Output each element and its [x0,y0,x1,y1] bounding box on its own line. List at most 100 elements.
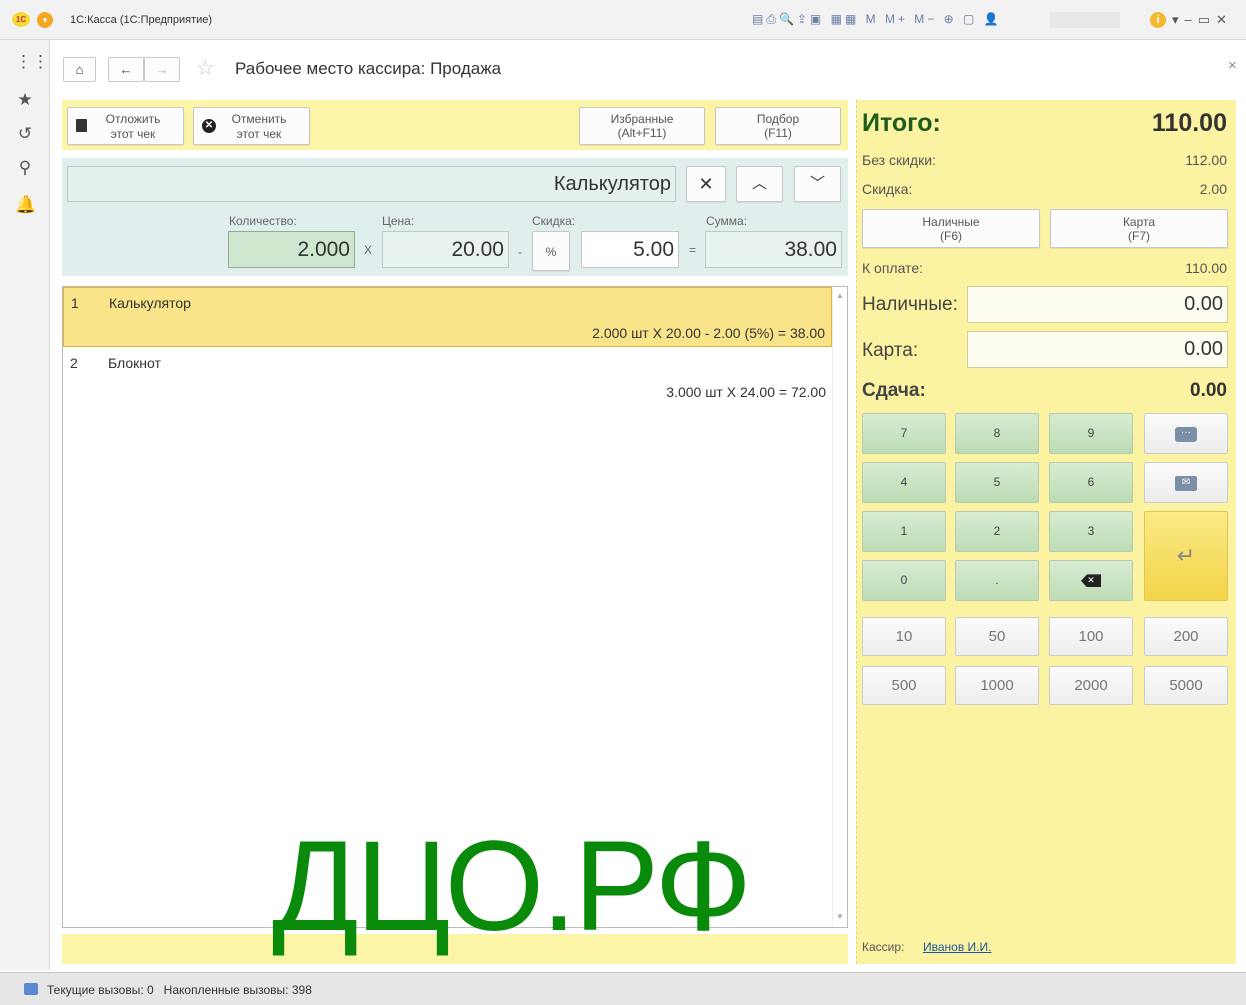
table-row[interactable]: 1 Калькулятор 2.000 шт X 20.00 - 2.00 (5… [63,287,832,347]
postpone-check-button[interactable]: Отложить этот чек [67,107,184,145]
row-number: 2 [70,355,78,371]
pick-label-1: Подбор [756,112,800,126]
disc-value: 2.00 [1199,181,1227,197]
key-8[interactable]: 8 [955,413,1039,454]
eq-sign: = [689,243,697,257]
percent-toggle[interactable]: % [532,231,570,271]
toolbar-icons[interactable]: ▤⎙🔍⇪▣ ▦▦ M M+ M− ⊕ ▢ 👤 [752,12,1002,27]
remove-item-button[interactable]: ✕ [686,166,726,202]
cancel-label-2: этот чек [236,127,282,141]
favorite-star-icon[interactable]: ☆ [196,56,215,81]
enter-button[interactable]: ↵ [1144,511,1228,601]
favorites-star-icon[interactable]: ★ [15,90,35,110]
cancel-check-button[interactable]: ✕ Отменить этот чек [193,107,310,145]
price-field[interactable]: 20.00 [382,231,509,268]
search-box[interactable] [1050,12,1120,28]
window-controls[interactable]: ▾–▭✕ [1172,12,1233,28]
bell-icon[interactable]: 🔔 [15,195,36,215]
postpone-label-1: Отложить [105,112,161,126]
card-button[interactable]: Карта (F7) [1050,209,1228,248]
row-number: 1 [71,295,79,311]
discount-field[interactable]: 5.00 [581,231,679,268]
key-9[interactable]: 9 [1049,413,1133,454]
backspace-button[interactable]: ✕ [1049,560,1133,601]
card-button-label-1: Карта [1122,215,1156,229]
favorites-label-2: (Alt+F11) [617,126,667,140]
arrow-left-icon: ← [119,62,133,77]
row-calc: 2.000 шт X 20.00 - 2.00 (5%) = 38.00 [592,325,825,341]
topay-value: 110.00 [1185,260,1227,276]
amount-2000[interactable]: 2000 [1049,666,1133,705]
favorites-button[interactable]: Избранные (Alt+F11) [579,107,705,145]
enter-icon: ↵ [1176,543,1196,568]
list-scrollbar[interactable]: ▲ ▼ [832,287,847,926]
table-row[interactable]: 2 Блокнот 3.000 шт X 24.00 = 72.00 [63,348,832,408]
cash-button[interactable]: Наличные (F6) [862,209,1040,248]
amount-10[interactable]: 10 [862,617,946,656]
total-label: Итого: [862,109,941,137]
sum-field[interactable]: 38.00 [705,231,842,268]
nodisc-value: 112.00 [1185,152,1227,168]
move-down-button[interactable]: ﹀ [794,166,841,202]
arrow-right-icon: → [155,62,169,77]
amount-50[interactable]: 50 [955,617,1039,656]
comment-button[interactable]: ··· [1144,413,1228,454]
row-name: Блокнот [108,355,161,371]
card-label: Карта: [862,340,919,361]
home-button[interactable]: ⌂ [63,57,96,82]
info-icon[interactable]: i [1150,12,1166,28]
key-2[interactable]: 2 [955,511,1039,552]
key-1[interactable]: 1 [862,511,946,552]
key-3[interactable]: 3 [1049,511,1133,552]
back-button[interactable]: ← [108,57,144,82]
price-label: Цена: [382,214,415,228]
pick-label-2: (F11) [764,126,792,140]
move-up-button[interactable]: ︿ [736,166,783,202]
qty-field[interactable]: 2.000 [228,231,355,268]
qty-label: Количество: [229,214,297,228]
apps-grid-icon[interactable]: ⋮⋮ [15,52,49,72]
sum-label: Сумма: [706,214,748,228]
app-logo-icon[interactable]: 1С [12,12,30,27]
current-item-name[interactable]: Калькулятор [67,166,676,202]
cash-label: Наличные: [862,294,958,315]
amount-1000[interactable]: 1000 [955,666,1039,705]
main-menu-icon[interactable]: ▾ [37,12,53,28]
amount-500[interactable]: 500 [862,666,946,705]
cancel-label-1: Отменить [231,112,287,126]
close-icon: ✕ [698,174,714,194]
key-5[interactable]: 5 [955,462,1039,503]
watermark: ДЦО.РФ [272,815,752,958]
card-input[interactable]: 0.00 [967,331,1228,368]
cashier-link[interactable]: Иванов И.И. [923,940,991,954]
key-7[interactable]: 7 [862,413,946,454]
key-4[interactable]: 4 [862,462,946,503]
home-icon: ⌂ [75,62,84,77]
amount-100[interactable]: 100 [1049,617,1133,656]
minus-sign: - [518,245,522,259]
change-label: Сдача: [862,380,926,401]
scroll-up-icon: ▲ [836,291,844,300]
history-icon[interactable]: ↺ [15,124,35,144]
backspace-icon: ✕ [1081,574,1101,588]
calls-icon [24,983,38,995]
key-dot[interactable]: . [955,560,1039,601]
search-icon[interactable]: ⚲ [15,158,35,178]
cancel-icon: ✕ [202,119,216,133]
key-6[interactable]: 6 [1049,462,1133,503]
cash-input[interactable]: 0.00 [967,286,1228,323]
forward-button[interactable]: → [144,57,180,82]
email-button[interactable]: ✉ [1144,462,1228,503]
amount-200[interactable]: 200 [1144,617,1228,656]
close-page-button[interactable]: × [1228,57,1237,74]
change-value: 0.00 [1190,380,1227,401]
key-0[interactable]: 0 [862,560,946,601]
envelope-icon: ✉ [1175,476,1197,492]
postpone-label-2: этот чек [110,127,156,141]
speech-bubble-icon: ··· [1175,427,1197,443]
save-icon [76,119,87,132]
pick-button[interactable]: Подбор (F11) [715,107,841,145]
cashier-label: Кассир: [862,940,905,954]
row-name: Калькулятор [109,295,191,311]
amount-5000[interactable]: 5000 [1144,666,1228,705]
